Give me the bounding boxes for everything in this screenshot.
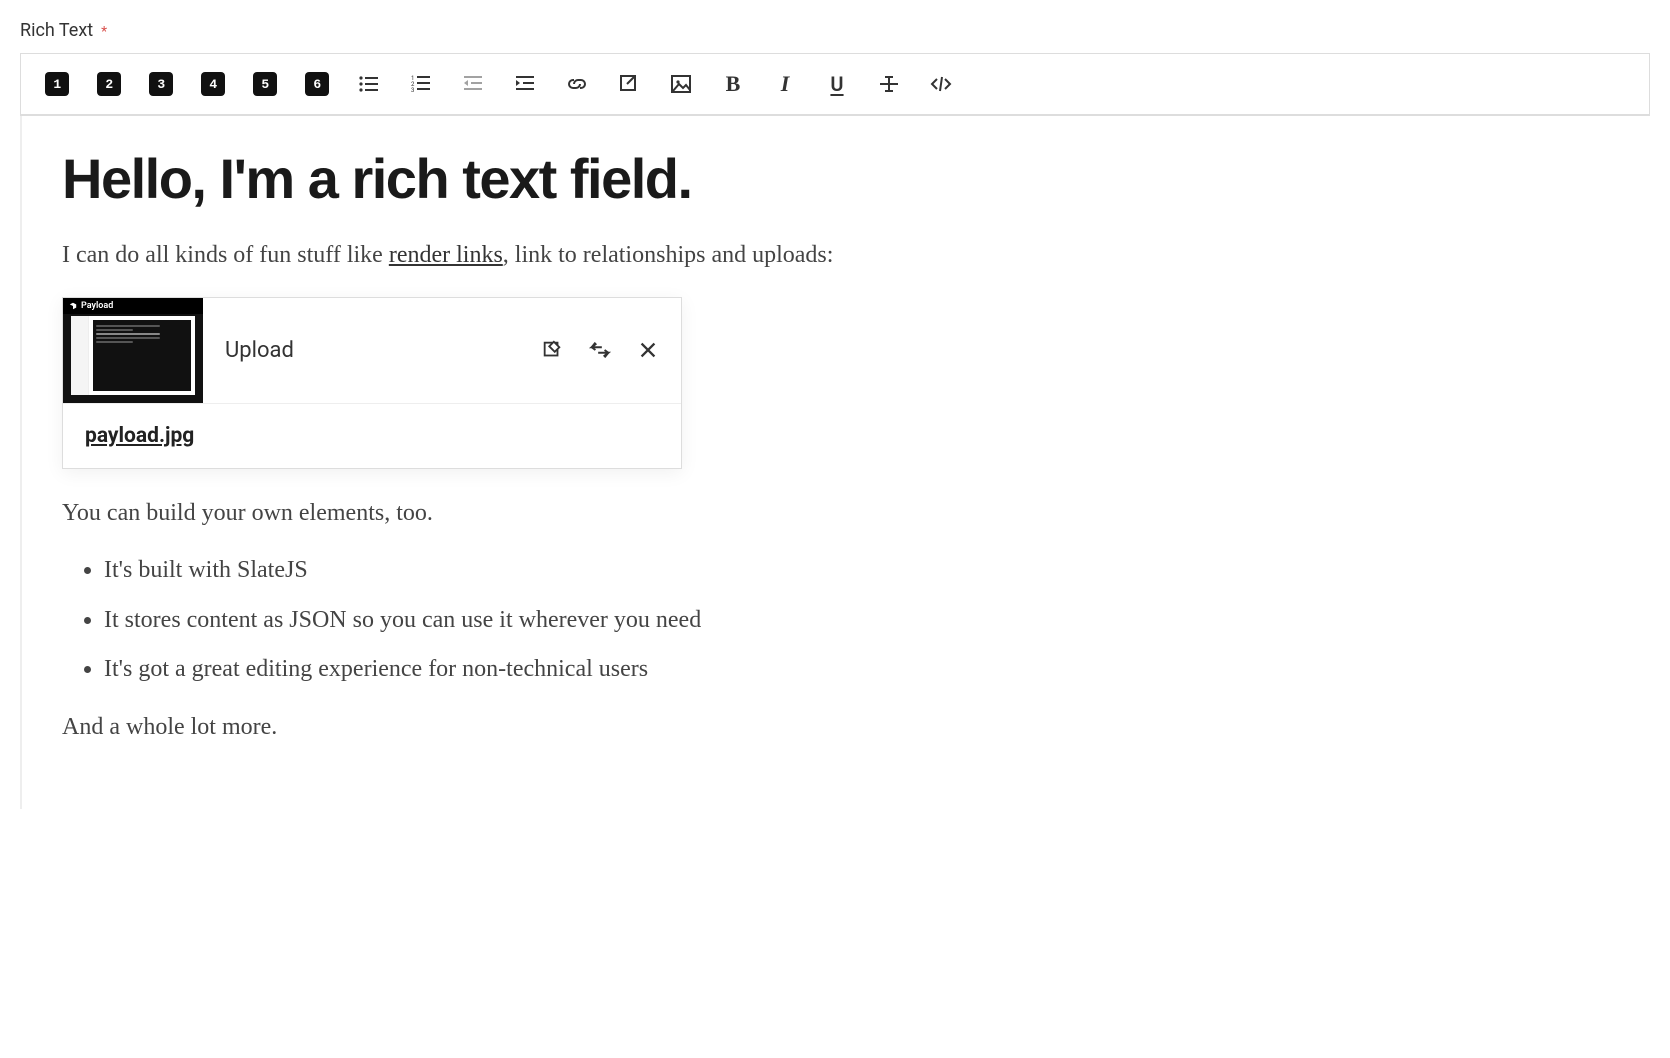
bold-button[interactable]: B (721, 72, 745, 96)
h2-button[interactable]: 2 (97, 72, 121, 96)
list-item[interactable]: It stores content as JSON so you can use… (104, 604, 1610, 638)
render-links-link[interactable]: render links (389, 242, 503, 268)
para-text: , link to relationships and uploads: (503, 242, 834, 268)
editor-toolbar: 1 2 3 4 5 6 123 B I U (21, 54, 1649, 115)
content-heading[interactable]: Hello, I'm a rich text field. (62, 146, 1610, 211)
link-icon (565, 72, 589, 96)
upload-swap-button[interactable] (589, 339, 611, 361)
unordered-list-button[interactable] (357, 72, 381, 96)
list-item[interactable]: It's built with SlateJS (104, 554, 1610, 588)
upload-card-header: Payload Upload (63, 298, 681, 404)
thumb-brand: Payload (63, 298, 203, 314)
indent-button[interactable] (513, 72, 537, 96)
content-bullet-list[interactable]: It's built with SlateJS It stores conten… (62, 554, 1610, 687)
h4-button[interactable]: 4 (201, 72, 225, 96)
svg-text:3: 3 (411, 87, 414, 94)
underline-button[interactable]: U (825, 72, 849, 96)
rich-text-editor: 1 2 3 4 5 6 123 B I U (20, 53, 1650, 116)
content-paragraph[interactable]: And a whole lot more. (62, 711, 1610, 745)
swap-icon (589, 339, 611, 361)
content-paragraph[interactable]: You can build your own elements, too. (62, 497, 1610, 531)
indent-icon (513, 72, 537, 96)
para-text: I can do all kinds of fun stuff like (62, 242, 389, 268)
content-paragraph[interactable]: I can do all kinds of fun stuff like ren… (62, 239, 1610, 273)
close-icon (637, 339, 659, 361)
list-item[interactable]: It's got a great editing experience for … (104, 653, 1610, 687)
strikethrough-icon (877, 72, 901, 96)
code-button[interactable] (929, 72, 953, 96)
relationship-button[interactable] (617, 72, 641, 96)
upload-remove-button[interactable] (637, 339, 659, 361)
edit-icon (541, 339, 563, 361)
link-button[interactable] (565, 72, 589, 96)
editor-content[interactable]: Hello, I'm a rich text field. I can do a… (20, 116, 1650, 809)
thumb-brand-text: Payload (81, 301, 113, 311)
upload-button[interactable] (669, 72, 693, 96)
upload-thumbnail: Payload (63, 298, 203, 403)
upload-card: Payload Upload (62, 297, 682, 469)
list-ul-icon (357, 72, 381, 96)
code-icon (929, 72, 953, 96)
h3-button[interactable]: 3 (149, 72, 173, 96)
ordered-list-button[interactable]: 123 (409, 72, 433, 96)
upload-filename-link[interactable]: payload.jpg (85, 424, 194, 448)
h6-button[interactable]: 6 (305, 72, 329, 96)
h1-button[interactable]: 1 (45, 72, 69, 96)
field-label-text: Rich Text (20, 20, 93, 41)
h5-button[interactable]: 5 (253, 72, 277, 96)
italic-button[interactable]: I (773, 72, 797, 96)
outdent-icon (461, 72, 485, 96)
upload-edit-button[interactable] (541, 339, 563, 361)
outdent-button[interactable] (461, 72, 485, 96)
list-ol-icon: 123 (409, 72, 433, 96)
upload-label: Upload (225, 338, 294, 363)
open-external-icon (617, 72, 641, 96)
strikethrough-button[interactable] (877, 72, 901, 96)
field-label: Rich Text * (20, 20, 1650, 41)
image-icon (669, 72, 693, 96)
payload-logo-icon (69, 302, 77, 310)
required-star: * (101, 24, 107, 40)
